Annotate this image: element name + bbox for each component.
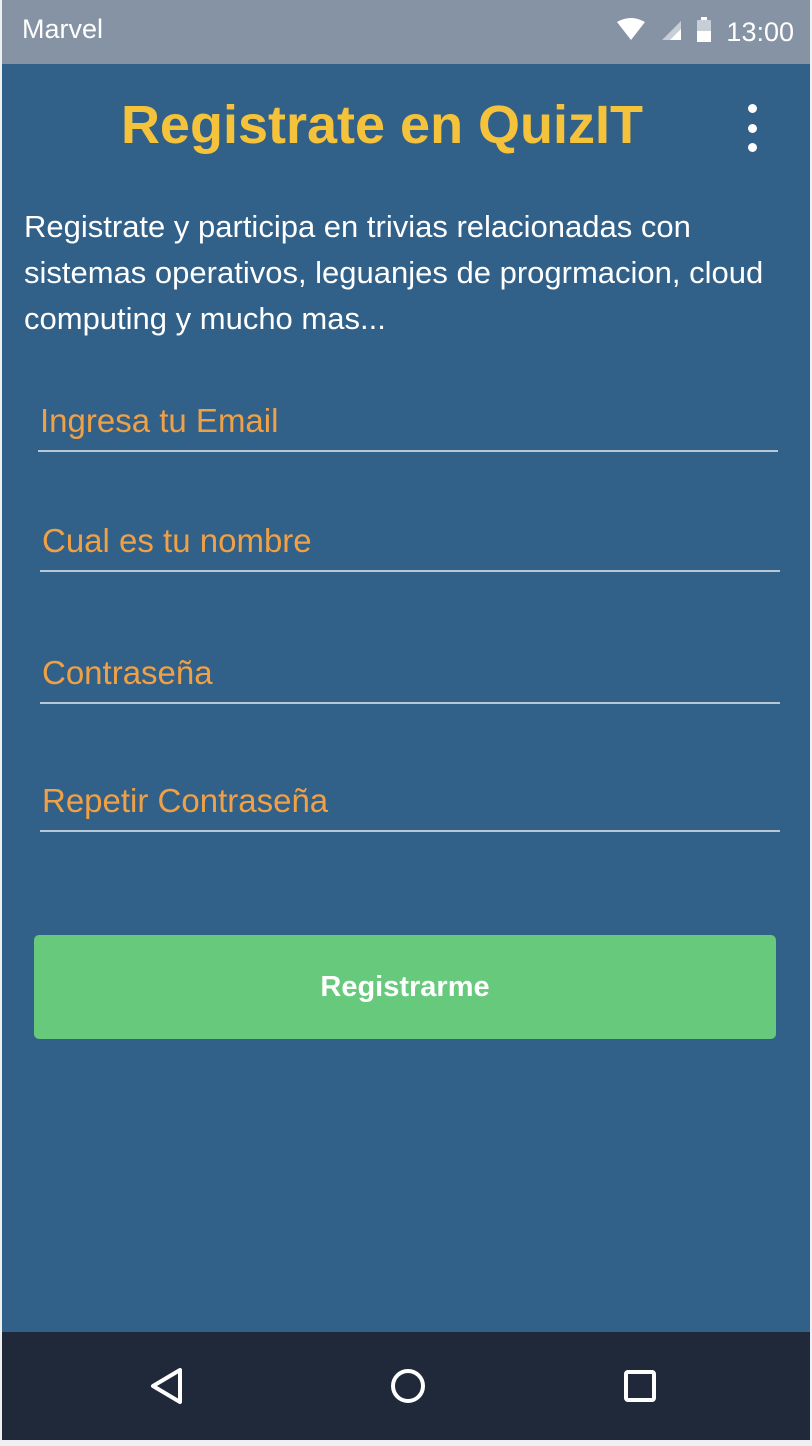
more-vert-icon[interactable] <box>738 104 766 152</box>
email-field-container <box>38 392 778 452</box>
email-field[interactable] <box>38 392 778 450</box>
battery-icon <box>696 16 712 48</box>
status-icons: 13:00 <box>616 10 794 54</box>
name-field-container <box>40 512 780 572</box>
password-field-container <box>40 644 780 704</box>
back-icon[interactable] <box>142 1362 190 1410</box>
recents-icon[interactable] <box>616 1362 664 1410</box>
phone-screen: Marvel 13:00 Registrate en QuizIT Regist… <box>2 0 810 1440</box>
navigation-bar <box>2 1332 810 1440</box>
intro-description: Registrate y participa en trivias relaci… <box>24 209 764 336</box>
page-title: Registrate en QuizIT <box>120 95 644 155</box>
register-button[interactable]: Registrarme <box>34 935 776 1039</box>
password-field[interactable] <box>40 644 780 702</box>
carrier-name: Marvel <box>22 14 104 44</box>
repeat-password-field[interactable] <box>40 772 780 830</box>
name-field[interactable] <box>40 512 780 570</box>
home-icon[interactable] <box>384 1362 432 1410</box>
repeat-password-field-container <box>40 772 780 832</box>
status-bar: Marvel 13:00 <box>2 0 810 64</box>
wifi-icon <box>616 17 646 47</box>
status-time: 13:00 <box>726 16 794 47</box>
signal-icon <box>660 19 682 46</box>
register-screen: Registrate en QuizIT Registrate y partic… <box>2 64 810 1332</box>
